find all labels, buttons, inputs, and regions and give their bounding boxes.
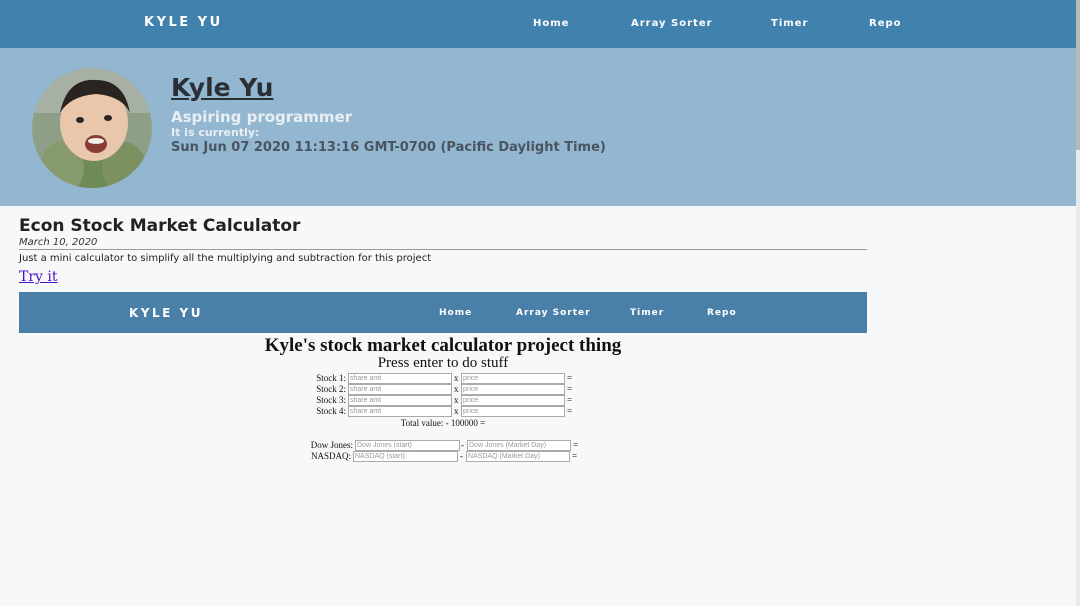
hero-name-link[interactable]: Kyle Yu	[171, 73, 273, 102]
stock-row: Stock 4: share amt x price =	[19, 406, 867, 417]
stock-row: Stock 3: share amt x price =	[19, 395, 867, 406]
calculator-embed: KYLE YU Home Array Sorter Timer Repo Kyl…	[19, 292, 867, 472]
equals-sign: =	[567, 406, 573, 416]
embed-nav-array-sorter-link[interactable]: Array Sorter	[516, 308, 591, 318]
share-amt-input[interactable]: share amt	[348, 406, 452, 417]
avatar-photo	[32, 68, 152, 188]
stock-label: Stock 2:	[316, 384, 346, 394]
share-amt-input[interactable]: share amt	[348, 395, 452, 406]
embed-nav-timer-link[interactable]: Timer	[630, 308, 664, 318]
post-divider	[19, 249, 867, 250]
dow-start-input[interactable]: Dow Jones (start)	[355, 440, 460, 451]
try-it-link[interactable]: Try it	[19, 269, 58, 285]
stock-row: Stock 2: share amt x price =	[19, 384, 867, 395]
nasdaq-market-day-input[interactable]: NASDAQ (Market Day)	[466, 451, 570, 462]
embed-site-brand[interactable]: KYLE YU	[129, 306, 203, 320]
avatar	[32, 68, 152, 188]
hero-tagline: Aspiring programmer	[171, 108, 353, 126]
share-amt-input[interactable]: share amt	[348, 373, 452, 384]
clock-label: It is currently:	[171, 126, 260, 139]
equals-sign: =	[567, 384, 573, 394]
embed-navbar: KYLE YU Home Array Sorter Timer Repo	[19, 292, 867, 333]
stock-label: Stock 3:	[316, 395, 346, 405]
price-input[interactable]: price	[461, 406, 565, 417]
stock-label: Stock 4:	[316, 406, 346, 416]
minus-sign: -	[460, 451, 463, 461]
multiply-sign: x	[454, 395, 459, 405]
embed-nav-repo-link[interactable]: Repo	[707, 308, 737, 318]
nav-repo-link[interactable]: Repo	[869, 18, 902, 29]
calculator-title: Kyle's stock market calculator project t…	[264, 335, 622, 356]
index-label: NASDAQ:	[310, 451, 351, 461]
hero-banner: Kyle Yu Aspiring programmer It is curren…	[0, 48, 1076, 206]
minus-sign: -	[461, 440, 464, 450]
scrollbar-thumb[interactable]	[1076, 0, 1080, 150]
site-brand[interactable]: KYLE YU	[144, 15, 223, 30]
page-scrollbar[interactable]	[1076, 0, 1080, 606]
total-value: Total value: - 100000 =	[400, 418, 486, 428]
top-navbar: KYLE YU Home Array Sorter Timer Repo	[0, 0, 1076, 48]
nav-timer-link[interactable]: Timer	[771, 18, 808, 29]
index-row: NASDAQ: NASDAQ (start) - NASDAQ (Market …	[19, 451, 867, 462]
index-label: Dow Jones:	[310, 440, 353, 450]
equals-sign: =	[567, 373, 573, 383]
multiply-sign: x	[454, 373, 459, 383]
nav-array-sorter-link[interactable]: Array Sorter	[631, 18, 713, 29]
nasdaq-start-input[interactable]: NASDAQ (start)	[353, 451, 458, 462]
embed-nav-home-link[interactable]: Home	[439, 308, 472, 318]
price-input[interactable]: price	[461, 384, 565, 395]
post-title: Econ Stock Market Calculator	[19, 216, 301, 236]
equals-sign: =	[573, 440, 579, 450]
clock-value: Sun Jun 07 2020 11:13:16 GMT-0700 (Pacif…	[171, 140, 606, 155]
stock-label: Stock 1:	[316, 373, 346, 383]
share-amt-input[interactable]: share amt	[348, 384, 452, 395]
dow-market-day-input[interactable]: Dow Jones (Market Day)	[467, 440, 571, 451]
post-description: Just a mini calculator to simplify all t…	[19, 253, 432, 264]
post-date: March 10, 2020	[19, 237, 98, 248]
index-row: Dow Jones: Dow Jones (start) - Dow Jones…	[19, 440, 867, 451]
equals-sign: =	[567, 395, 573, 405]
stock-row: Stock 1: share amt x price =	[19, 373, 867, 384]
price-input[interactable]: price	[461, 395, 565, 406]
multiply-sign: x	[454, 384, 459, 394]
nav-home-link[interactable]: Home	[533, 18, 569, 29]
price-input[interactable]: price	[461, 373, 565, 384]
equals-sign: =	[572, 451, 578, 461]
multiply-sign: x	[454, 406, 459, 416]
calculator-subtitle: Press enter to do stuff	[377, 355, 509, 371]
